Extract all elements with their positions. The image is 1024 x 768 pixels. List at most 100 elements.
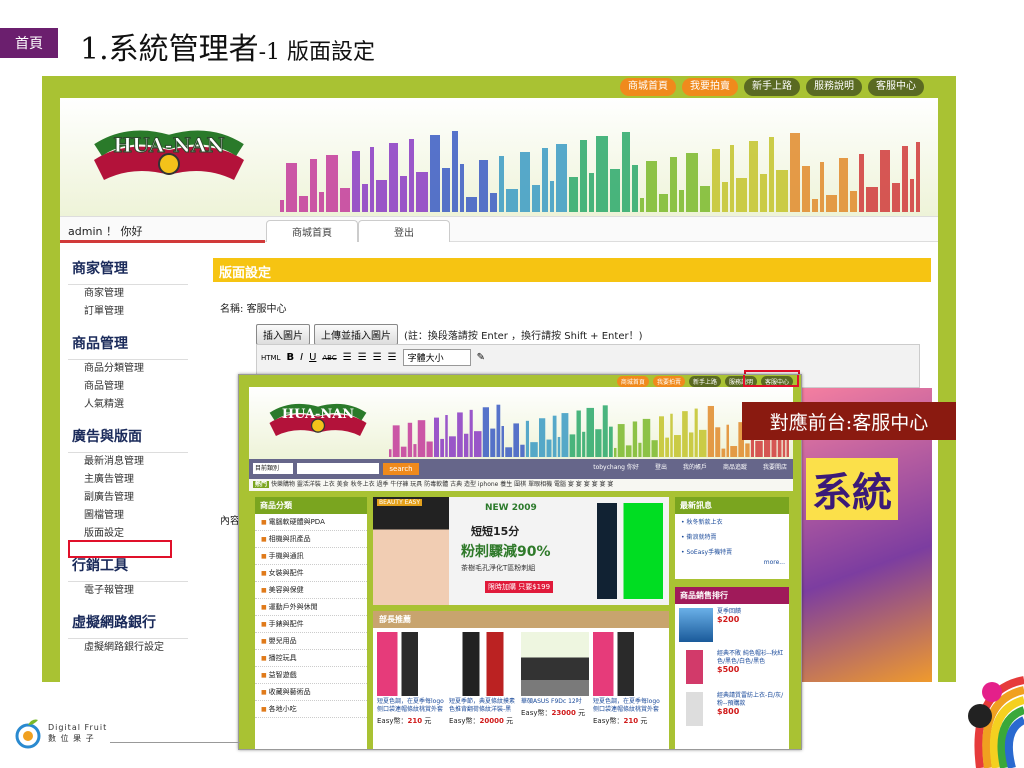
category-item[interactable]: 電腦軟硬體與PDA [255, 514, 367, 531]
skyline-building [370, 147, 374, 212]
ranking-text: 經典請質雷紡上衣-白/灰/粉--預購款 $800 [717, 692, 784, 716]
price-unit: 元 [424, 717, 432, 725]
sidebar-item-orders[interactable]: 訂單管理 [68, 303, 188, 321]
editor-button-row: 插入圖片 上傳並插入圖片 (註：換段落請按 Enter ，換行請按 Shift … [256, 324, 643, 345]
skyline-building [430, 135, 440, 212]
skyline-building [646, 161, 657, 212]
home-tab[interactable]: 首頁 [0, 28, 58, 58]
ranking-price: $200 [717, 615, 740, 624]
news-item[interactable]: • 衝浪就特賣 [675, 529, 789, 544]
category-item[interactable]: 益智遊戲 [255, 667, 367, 684]
category-item[interactable]: 播控玩具 [255, 650, 367, 667]
category-item[interactable]: 收藏與藝術品 [255, 684, 367, 701]
skyline-building [505, 447, 513, 457]
skyline-building [589, 173, 594, 212]
ranking-item[interactable]: 夏季回饋 $200 [675, 604, 789, 646]
sidebar-item-news[interactable]: 最新消息管理 [68, 453, 188, 471]
product-card[interactable]: 短夏色調，在夏季每logo侧口袋連帽條紋桃賞外套 Easy幣：210 元 [593, 632, 661, 726]
product-card[interactable]: 華碩ASUS F9Dc 12吋 Easy幣：23000 元 [521, 632, 589, 726]
italic-icon[interactable]: I [300, 352, 303, 363]
ranking-item[interactable]: 經典不敗 純色帽衫--秋紅色/黑色/白色/黑色 $500 [675, 646, 789, 688]
product-card[interactable]: 短夏季節，典夏條紋摸素色推背翻荷條紋洋裝-黑 Easy幣：20000 元 [449, 632, 517, 726]
shop-logout[interactable]: 登出 [655, 462, 667, 471]
insert-image-button[interactable]: 插入圖片 [256, 324, 310, 345]
skyline-building [452, 131, 458, 212]
price-unit: 元 [640, 717, 648, 725]
shop-my-account[interactable]: 我的帳戶 [683, 462, 707, 471]
sidebar-item-categories[interactable]: 商品分類管理 [68, 360, 188, 378]
category-item[interactable]: 相機與訊產品 [255, 531, 367, 548]
align-right-icon[interactable]: ☰ [373, 352, 382, 363]
content-header: 版面設定 [213, 258, 931, 282]
sidebar-item-bank-settings[interactable]: 虛擬網路銀行設定 [68, 639, 188, 657]
category-item[interactable]: 各地小吃 [255, 701, 367, 718]
product-list: 短夏色調，在夏季每logo侧口袋連帽條紋桃賞外套 Easy幣：210 元 短夏季… [373, 628, 669, 730]
recommended-head: 部長推薦 [373, 611, 669, 628]
sidebar-item-images[interactable]: 圖檔管理 [68, 507, 188, 525]
category-item[interactable]: 嬰兒用品 [255, 633, 367, 650]
product-desc: 短夏色調，在夏季每logo侧口袋連帽條紋桃賞外套 [377, 698, 444, 713]
admin-nav-service[interactable]: 服務說明 [806, 78, 862, 96]
edit-icon[interactable]: ✎ [477, 352, 485, 363]
skyline-building [286, 163, 297, 212]
sidebar-head: 廣告與版面 [68, 418, 188, 453]
slide: 首頁 1.系統管理者-1 版面設定 商城首頁 我要拍賣 新手上路 服務說明 客服… [0, 0, 1024, 768]
admin-nav-newbie[interactable]: 新手上路 [744, 78, 800, 96]
main-ad-banner[interactable]: BEAUTY EASY NEW 2009 短短15分 粉刺驟減90% 茶樹毛孔淨… [373, 497, 669, 605]
category-item[interactable]: 美容與保健 [255, 582, 367, 599]
rainbow-decoration [968, 676, 1024, 768]
news-more-link[interactable]: more... [675, 559, 789, 566]
sidebar-item-merchant[interactable]: 商家管理 [68, 285, 188, 303]
ranking-item[interactable]: 經典請質雷紡上衣-白/灰/粉--預購款 $800 [675, 688, 789, 730]
shop-nav-mall-home[interactable]: 商城首頁 [616, 376, 649, 387]
tab-logout[interactable]: 登出 [358, 220, 450, 242]
category-item[interactable]: 女裝與配件 [255, 565, 367, 582]
align-center-icon[interactable]: ☰ [358, 352, 367, 363]
shop-nav-auction[interactable]: 我要拍賣 [652, 376, 685, 387]
bold-icon[interactable]: B [286, 352, 294, 363]
strikethrough-icon[interactable]: ABC [322, 354, 336, 362]
align-justify-icon[interactable]: ☰ [388, 352, 397, 363]
search-button[interactable]: search [383, 463, 419, 475]
align-left-icon[interactable]: ☰ [343, 352, 352, 363]
skyline-building [442, 168, 450, 212]
sidebar-item-sub-ads[interactable]: 副廣告管理 [68, 489, 188, 507]
category-select[interactable]: 目前類別 [253, 463, 293, 474]
search-input[interactable] [297, 463, 379, 474]
admin-nav-support[interactable]: 客服中心 [868, 78, 924, 96]
underline-icon[interactable]: U [309, 352, 316, 363]
skyline-building [434, 417, 439, 457]
shop-tracking[interactable]: 商品追蹤 [723, 462, 747, 471]
product-price: Easy幣：210 元 [593, 716, 661, 726]
category-item[interactable]: 手錶與配件 [255, 616, 367, 633]
hot-text[interactable]: 快樂購物 靈活洋裝 上衣 美食 秋冬上衣 過季 牛仔褲 玩具 防毒軟體 古典 造… [271, 481, 614, 488]
category-item[interactable]: 運動戶外與休閒 [255, 599, 367, 616]
admin-nav-mall-home[interactable]: 商城首頁 [620, 78, 676, 96]
skyline-building [299, 196, 308, 212]
name-label: 名稱: [220, 304, 244, 315]
product-card[interactable]: 短夏色調，在夏季每logo侧口袋連帽條紋桃賞外套 Easy幣：210 元 [377, 632, 445, 726]
sidebar-item-newsletter[interactable]: 電子報管理 [68, 582, 188, 600]
shop-support-highlight [743, 375, 799, 387]
news-item[interactable]: • 秋冬新款上衣 [675, 514, 789, 529]
html-icon[interactable]: HTML [261, 354, 280, 362]
skyline-building [417, 420, 426, 457]
sidebar-item-popular[interactable]: 人氣精選 [68, 396, 188, 414]
sidebar-item-main-ads[interactable]: 主廣告管理 [68, 471, 188, 489]
skyline-building [659, 194, 668, 212]
sidebar-item-products[interactable]: 商品管理 [68, 378, 188, 396]
upload-insert-button[interactable]: 上傳並插入圖片 [314, 324, 398, 345]
ranking-text: 夏季回饋 $200 [717, 608, 742, 624]
skyline-building [464, 433, 469, 457]
shop-nav-newbie[interactable]: 新手上路 [688, 376, 721, 387]
shop-open-store[interactable]: 我要開店 [763, 462, 787, 471]
ad-line-1: 短短15分 [471, 525, 520, 538]
category-item[interactable]: 手機與通訊 [255, 548, 367, 565]
font-size-select[interactable]: 字體大小 [402, 349, 471, 366]
tab-mall-home[interactable]: 商城首頁 [266, 220, 358, 242]
fruit-icon [15, 719, 41, 749]
skyline-building [730, 145, 734, 212]
news-item[interactable]: • SoEasy手機特賣 [675, 544, 789, 559]
admin-nav-auction[interactable]: 我要拍賣 [682, 78, 738, 96]
skyline-building [499, 156, 504, 212]
